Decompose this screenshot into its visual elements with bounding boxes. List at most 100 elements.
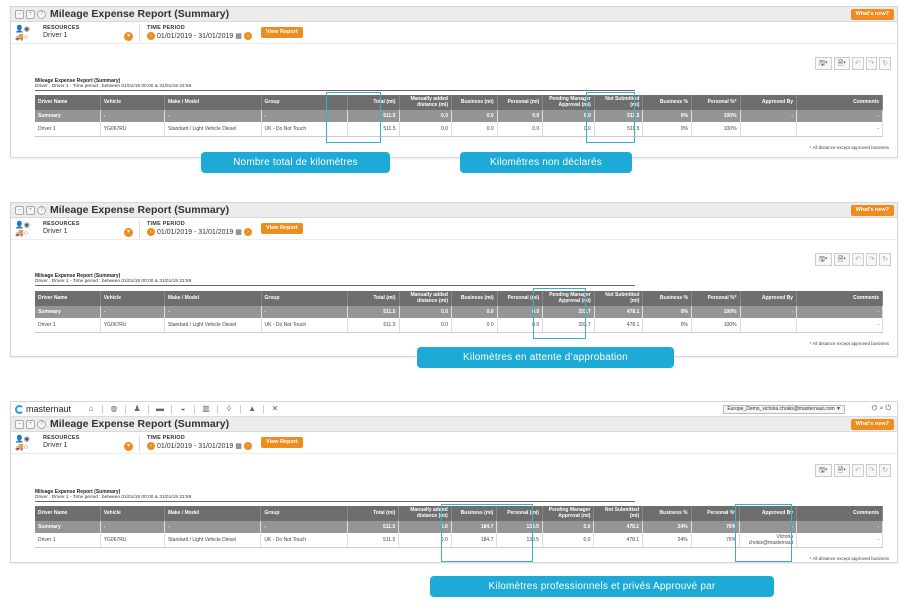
column-header[interactable]: Vehicle <box>100 506 165 521</box>
column-header[interactable]: Driver Name <box>35 95 101 110</box>
next-period-icon[interactable]: › <box>243 442 252 450</box>
column-header[interactable]: Manually added distance (mi) <box>398 506 452 521</box>
resources-filter[interactable]: RESOURCES Driver 1 <box>43 25 80 39</box>
column-header[interactable]: Business % <box>642 506 692 521</box>
redo-icon[interactable]: ↷ <box>865 253 878 266</box>
truck-icon[interactable]: ▬ <box>154 404 166 414</box>
dashboard-icon[interactable]: ◒ <box>177 404 189 414</box>
view-report-button[interactable]: View Report <box>261 27 303 38</box>
minimize-icon[interactable]: – <box>15 419 24 429</box>
undo-icon[interactable]: ↶ <box>852 57 864 70</box>
column-header[interactable]: Vehicle <box>100 291 166 306</box>
calendar-icon[interactable]: ▦ <box>235 442 242 450</box>
minimize-icon[interactable]: – <box>15 205 24 215</box>
export-icon[interactable]: 🗎▾ <box>833 57 850 70</box>
column-header[interactable]: Business % <box>642 95 692 110</box>
column-header[interactable]: Group <box>261 291 349 306</box>
time-period-filter[interactable]: TIME PERIOD ‹ 01/01/2019 - 31/01/2019 ▦ › <box>147 435 252 450</box>
column-header[interactable]: Driver Name <box>35 291 101 306</box>
refresh-icon[interactable]: ↻ <box>879 57 892 70</box>
pin-icon[interactable]: + <box>26 419 35 429</box>
resource-type-icons[interactable]: 👤◉ 🚚○ <box>15 436 33 451</box>
column-header[interactable]: Manually added distance (mi) <box>399 95 452 110</box>
location-icon[interactable]: ◊ <box>223 404 235 414</box>
column-header[interactable]: Comments <box>796 506 883 521</box>
column-header[interactable]: Personal %* <box>691 95 741 110</box>
help-icon[interactable]: ? <box>37 419 46 429</box>
column-header[interactable]: Personal (mi) <box>497 95 544 110</box>
prev-period-icon[interactable]: ‹ <box>147 442 155 450</box>
alert-icon[interactable]: ▲ <box>246 404 258 414</box>
prev-period-icon[interactable]: ‹ <box>147 32 155 40</box>
tools-icon[interactable]: ✕ <box>269 404 281 414</box>
column-header[interactable]: Total (mi) <box>347 506 400 521</box>
home-icon[interactable]: ⌂ <box>85 404 97 414</box>
column-header[interactable]: Not Submitted (mi) <box>593 506 644 521</box>
help-icon[interactable]: ? <box>37 205 46 215</box>
calendar-icon[interactable]: ▦ <box>235 32 242 40</box>
refresh-icon[interactable]: ↻ <box>879 464 892 477</box>
redo-icon[interactable]: ↷ <box>865 57 878 70</box>
refresh-icon[interactable]: ↻ <box>879 253 892 266</box>
column-header[interactable]: Make / Model <box>164 291 262 306</box>
undo-icon[interactable]: ↶ <box>852 253 864 266</box>
save-icon[interactable]: 🖫▾ <box>815 253 832 266</box>
column-header[interactable]: Make / Model <box>164 95 262 110</box>
undo-icon[interactable]: ↶ <box>852 464 864 477</box>
view-report-button[interactable]: View Report <box>261 223 303 234</box>
next-period-icon[interactable]: › <box>243 228 252 236</box>
column-header[interactable]: Pending Manager Approval (mi) <box>542 95 595 110</box>
person-icon[interactable]: ♟ <box>131 404 143 414</box>
prev-period-icon[interactable]: ‹ <box>147 228 155 236</box>
resources-filter[interactable]: RESOURCES Driver 1 <box>43 221 80 235</box>
pin-icon[interactable]: + <box>26 205 35 215</box>
minimize-icon[interactable]: – <box>15 9 24 19</box>
globe-icon[interactable]: ◍ <box>108 404 120 414</box>
time-period-value[interactable]: 01/01/2019 - 31/01/2019 <box>157 33 233 40</box>
whats-new-button[interactable]: What's new? <box>850 205 894 216</box>
column-header[interactable]: Not Submitted (mi) <box>594 291 644 306</box>
time-period-filter[interactable]: TIME PERIOD ‹ 01/01/2019 - 31/01/2019 ▦ › <box>147 25 252 40</box>
next-period-icon[interactable]: › <box>243 32 252 40</box>
resources-value[interactable]: Driver 1 <box>43 32 80 39</box>
column-header[interactable]: Approved By <box>740 95 797 110</box>
time-period-value[interactable]: 01/01/2019 - 31/01/2019 <box>157 229 233 236</box>
resources-value[interactable]: Driver 1 <box>43 442 80 449</box>
power-icon[interactable]: ⏻ <box>885 405 893 412</box>
help-icon[interactable]: ? <box>37 9 46 19</box>
save-icon[interactable]: 🖫▾ <box>815 464 832 477</box>
column-header[interactable]: Manually added distance (mi) <box>399 291 452 306</box>
column-header[interactable]: Make / Model <box>164 506 262 521</box>
column-header[interactable]: Comments <box>796 95 884 110</box>
column-header[interactable]: Personal %* <box>691 291 741 306</box>
time-period-filter[interactable]: TIME PERIOD ‹ 01/01/2019 - 31/01/2019 ▦ › <box>147 221 252 236</box>
column-header[interactable]: Group <box>261 95 349 110</box>
column-header[interactable]: Group <box>260 506 348 521</box>
resources-filter[interactable]: RESOURCES Driver 1 <box>43 435 80 449</box>
save-icon[interactable]: 🖫▾ <box>815 57 832 70</box>
export-icon[interactable]: 🗎▾ <box>833 253 850 266</box>
resources-value[interactable]: Driver 1 <box>43 228 80 235</box>
column-header[interactable]: Business (mi) <box>451 506 498 521</box>
column-header[interactable]: Vehicle <box>100 95 166 110</box>
chevron-down-icon[interactable]: ▾ <box>124 32 133 41</box>
time-period-value[interactable]: 01/01/2019 - 31/01/2019 <box>157 443 233 450</box>
account-dropdown[interactable]: Europe_Demo_victoria.chokis@masternaut.c… <box>723 405 845 414</box>
redo-icon[interactable]: ↷ <box>865 464 878 477</box>
masternaut-logo[interactable]: masternaut <box>15 404 71 414</box>
column-header[interactable]: Pending Manager Approval (mi) <box>542 506 595 521</box>
whats-new-button[interactable]: What's new? <box>850 9 894 20</box>
column-header[interactable]: Personal (mi) <box>497 291 544 306</box>
column-header[interactable]: Business (mi) <box>451 291 498 306</box>
column-header[interactable]: Approved By <box>739 506 798 521</box>
pin-icon[interactable]: + <box>26 9 35 19</box>
column-header[interactable]: Personal %* <box>691 506 741 521</box>
column-header[interactable]: Total (mi) <box>347 291 400 306</box>
chevron-down-icon[interactable]: ▾ <box>124 442 133 451</box>
resource-type-icons[interactable]: 👤◉ 🚚○ <box>15 222 33 237</box>
resource-type-icons[interactable]: 👤◉ 🚚○ <box>15 26 33 41</box>
column-header[interactable]: Business % <box>642 291 692 306</box>
column-header[interactable]: Total (mi) <box>347 95 400 110</box>
chart-icon[interactable]: ▥ <box>200 404 212 414</box>
calendar-icon[interactable]: ▦ <box>235 228 242 236</box>
